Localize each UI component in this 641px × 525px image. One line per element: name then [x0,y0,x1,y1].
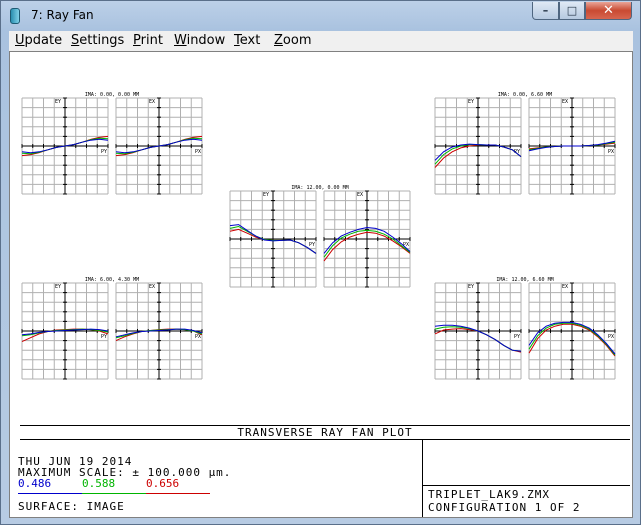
app-icon[interactable] [10,8,20,24]
field-4-label: IMA: 12.00, 6.60 MM [496,277,553,283]
footer-title-rule [20,439,630,440]
ray-fan-chart: IMA: 0.00, 0.00 MM EY PY EX PX IMA: 0.00, 6.6… [21,92,616,380]
footer-file-rule [422,485,630,486]
field-4-tangential-x-label: PY [514,334,520,340]
field-0-sagittal-x-label: PX [195,149,201,155]
field-2-tangential-x-label: PY [309,242,315,248]
window-title: 7: Ray Fan [31,8,94,22]
minimize-button[interactable]: – [532,2,559,20]
wavelength-2-line [82,493,146,494]
wavelength-2: 0.588 [82,477,116,490]
field-1-label: IMA: 0.00, 6.60 MM [498,92,552,98]
title-bar[interactable]: 7: Ray Fan – □ ✕ [1,1,640,31]
field-4-sagittal-x-label: PX [608,334,614,340]
field-4-sagittal-y-label: EX [562,284,568,290]
wavelength-1: 0.486 [18,477,52,490]
field-2-tangential-y-label: EY [263,192,269,198]
menu-print[interactable]: Print [133,33,163,48]
wavelength-3-line [146,493,210,494]
field-1-sagittal-x-label: PX [608,149,614,155]
field-0-label: IMA: 0.00, 0.00 MM [85,92,139,98]
maximize-button[interactable]: □ [559,2,585,20]
field-0-sagittal-y-label: EX [149,99,155,105]
menu-text[interactable]: Text [234,33,260,48]
configuration: CONFIGURATION 1 OF 2 [428,501,581,514]
field-0-tangential-y-label: EY [55,99,61,105]
field-3-tangential-y-label: EY [55,284,61,290]
field-3-sagittal-y-label: EX [149,284,155,290]
field-2-sagittal-y-label: EX [357,192,363,198]
field-1-sagittal-y-label: EX [562,99,568,105]
field-1-tangential-y-label: EY [468,99,474,105]
field-3-sagittal-x-label: PX [195,334,201,340]
surface-label: SURFACE: IMAGE [18,500,125,513]
ray-fan-window: 7: Ray Fan – □ ✕ Update Settings Print W… [0,0,641,525]
field-3-label: IMA: 6.00, 4.30 MM [85,277,139,283]
field-4-tangential-y-label: EY [468,284,474,290]
menu-window[interactable]: Window [174,33,225,48]
plot-area: IMA: 0.00, 0.00 MM EY PY EX PX IMA: 0.00, 6.6… [9,51,633,518]
menu-zoom[interactable]: Zoom [274,33,311,48]
plot-title: TRANSVERSE RAY FAN PLOT [237,426,413,439]
footer-divider [422,439,423,517]
wavelength-1-line [18,493,82,494]
menu-settings[interactable]: Settings [71,33,124,48]
field-3-tangential-x-label: PY [101,334,107,340]
field-0-tangential-x-label: PY [101,149,107,155]
field-2-label: IMA: 12.00, 0.00 MM [291,185,348,191]
wavelength-3: 0.656 [146,477,180,490]
close-button[interactable]: ✕ [585,2,632,20]
menu-update[interactable]: Update [15,33,62,48]
file-name: TRIPLET_LAK9.ZMX [428,488,550,501]
menu-bar: Update Settings Print Window Text Zoom [9,31,633,51]
